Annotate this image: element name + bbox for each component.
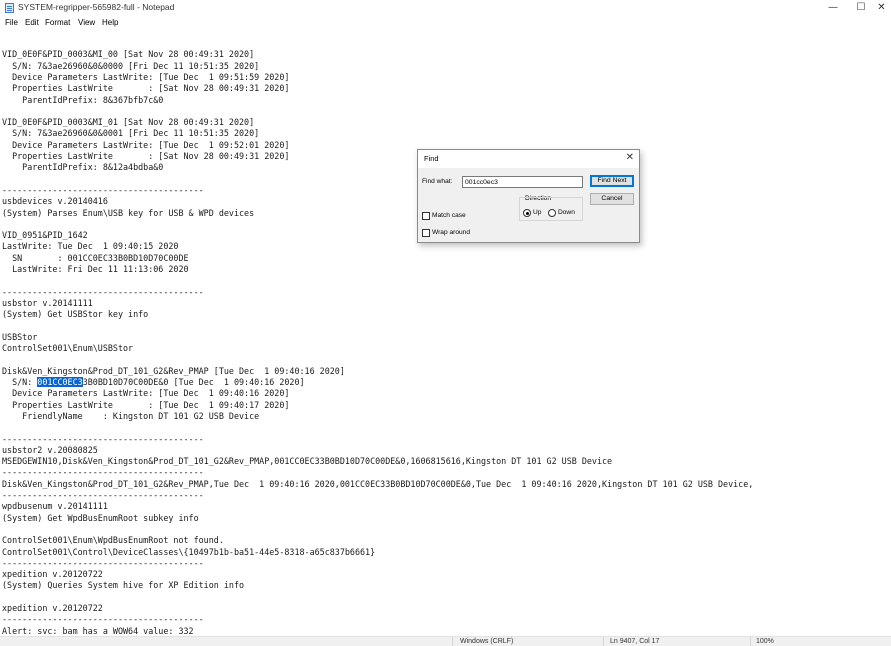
find-dialog-titlebar[interactable]: Find ✕ — [418, 150, 639, 168]
find-close-button[interactable]: ✕ — [626, 152, 634, 163]
menu-view[interactable]: View — [78, 18, 95, 27]
find-dialog-title: Find — [424, 154, 439, 163]
text-line: Properties LastWrite : [Sat Nov 28 00:49… — [2, 83, 290, 94]
text-line: ---------------------------------------- — [2, 614, 204, 625]
wrap-around-checkbox[interactable] — [422, 229, 430, 237]
direction-up-radio[interactable] — [523, 209, 531, 217]
selected-text: 001CC0EC3 — [37, 377, 83, 387]
menu-bar: File Edit Format View Help — [0, 17, 891, 31]
menu-file[interactable]: File — [5, 18, 18, 27]
status-position: Ln 9407, Col 17 — [610, 638, 660, 645]
find-dialog: Find ✕ Find what: Find Next Cancel Direc… — [417, 149, 640, 243]
match-case-label: Match case — [432, 212, 466, 219]
status-line-ending: Windows (CRLF) — [460, 638, 514, 645]
text-line: xpedition v.20120722 — [2, 569, 103, 580]
text-line: ---------------------------------------- — [2, 557, 204, 568]
text-line: Disk&Ven_Kingston&Prod_DT_101_G2&Rev_PMA… — [2, 365, 345, 376]
text-line: LastWrite: Fri Dec 11 11:13:06 2020 — [2, 264, 189, 274]
text-line: MSEDGEWIN10,Disk&Ven_Kingston&Prod_DT_10… — [2, 456, 613, 467]
text-editor[interactable]: VID_0E0F&PID_0003&MI_00 [Sat Nov 28 00:4… — [2, 38, 891, 636]
selection-prefix: S/N: — [2, 377, 38, 387]
text-line: VID_0E0F&PID_0003&MI_01 [Sat Nov 28 00:4… — [2, 117, 255, 128]
text-line: S/N: 7&3ae26960&0&0000 [Fri Dec 11 10:51… — [2, 60, 260, 71]
status-separator — [452, 637, 453, 646]
direction-down-label: Down — [558, 209, 575, 216]
text-line: VID_0951&PID_1642 — [2, 230, 88, 241]
text-line: VID_0E0F&PID_0003&MI_00 [Sat Nov 28 00:4… — [2, 49, 255, 60]
direction-up-label: Up — [533, 209, 542, 216]
menu-help[interactable]: Help — [102, 18, 118, 27]
text-line: ---------------------------------------- — [2, 467, 204, 478]
text-line: FriendlyName : Kingston DT 101 G2 USB De… — [2, 410, 260, 421]
text-line: LastWrite: Tue Dec 1 09:40:15 2020 — [2, 241, 179, 252]
text-line: ControlSet001\Enum\WpdBusEnumRoot not fo… — [2, 535, 224, 546]
text-line: Disk&Ven_Kingston&Prod_DT_101_G2&Rev_PMA… — [2, 478, 754, 489]
find-what-input[interactable] — [462, 176, 583, 188]
minimize-button[interactable]: — — [818, 0, 848, 16]
cancel-button[interactable]: Cancel — [590, 193, 634, 205]
text-line: S/N: 7&3ae26960&0&0001 [Fri Dec 11 10:51… — [2, 128, 260, 139]
text-line: ---------------------------------------- — [2, 433, 204, 444]
status-zoom: 100% — [756, 638, 774, 645]
text-line: Alert: svc: bam has a WOW64 value: 332 — [2, 625, 194, 636]
window-title: SYSTEM-regripper-565982-full - Notepad — [18, 2, 175, 12]
text-line: Properties LastWrite : [Sat Nov 28 00:49… — [2, 151, 290, 161]
text-line: usbstor v.20141111 — [2, 297, 93, 308]
text-line: ---------------------------------------- — [2, 490, 204, 500]
text-line: ParentIdPrefix: 8&367bfb7c&0 — [2, 94, 164, 105]
text-line: Properties LastWrite : [Tue Dec 1 09:40:… — [2, 399, 290, 410]
selection-suffix: 3B0BD10D70C00DE&0 [Tue Dec 1 09:40:16 20… — [82, 377, 305, 387]
text-line: (System) Queries System hive for XP Edit… — [2, 580, 245, 591]
text-line: ControlSet001\Control\DeviceClasses\{104… — [2, 546, 376, 557]
text-line: ControlSet001\Enum\USBStor — [2, 343, 134, 354]
text-line: Device Parameters LastWrite: [Tue Dec 1 … — [2, 388, 290, 399]
text-line: USBStor — [2, 331, 38, 342]
text-line: wpdbusenum v.20141111 — [2, 501, 108, 512]
notepad-icon — [5, 3, 14, 13]
wrap-around-label: Wrap around — [432, 229, 470, 236]
find-what-label: Find what: — [422, 178, 453, 185]
status-separator — [750, 637, 751, 646]
menu-format[interactable]: Format — [45, 18, 70, 27]
text-line: ---------------------------------------- — [2, 286, 204, 297]
text-line: usbstor2 v.20080825 — [2, 444, 98, 455]
text-line: Device Parameters LastWrite: [Tue Dec 1 … — [2, 71, 290, 82]
status-bar: Windows (CRLF) Ln 9407, Col 17 100% — [0, 636, 891, 646]
title-bar: SYSTEM-regripper-565982-full - Notepad —… — [0, 0, 891, 16]
text-line: usbdevices v.20140416 — [2, 196, 108, 207]
text-line: (System) Get WpdBusEnumRoot subkey info — [2, 512, 199, 523]
direction-down-radio[interactable] — [548, 209, 556, 217]
status-separator — [603, 637, 604, 646]
menu-edit[interactable]: Edit — [25, 18, 39, 27]
text-line: ---------------------------------------- — [2, 184, 204, 195]
match-case-checkbox[interactable] — [422, 212, 430, 220]
text-line: ParentIdPrefix: 8&12a4bdba&0 — [2, 162, 164, 173]
find-next-button[interactable]: Find Next — [590, 175, 634, 187]
text-line: S/N: 001CC0EC33B0BD10D70C00DE&0 [Tue Dec… — [2, 377, 305, 388]
close-button[interactable]: ✕ — [872, 0, 891, 16]
text-line: (System) Get USBStor key info — [2, 309, 149, 320]
text-line: Device Parameters LastWrite: [Tue Dec 1 … — [2, 139, 290, 150]
text-line: (System) Parses Enum\USB key for USB & W… — [2, 207, 255, 218]
text-line: xpedition v.20120722 — [2, 603, 103, 613]
text-line: SN : 001CC0EC33B0BD10D70C00DE — [2, 252, 189, 263]
